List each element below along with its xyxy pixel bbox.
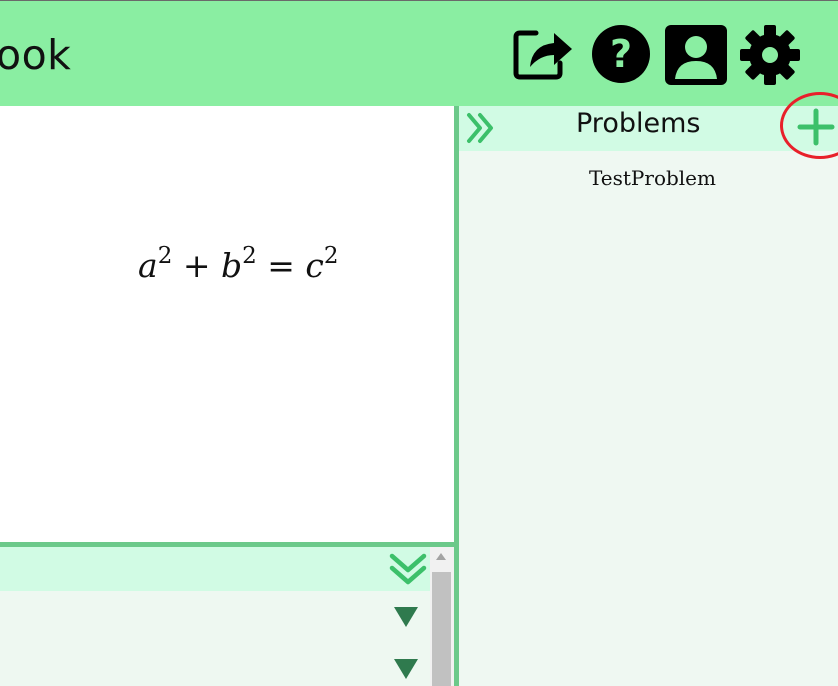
math-display-pane[interactable] xyxy=(0,106,454,542)
svg-text:?: ? xyxy=(610,32,632,76)
bottom-panel-header xyxy=(0,547,430,591)
help-icon[interactable]: ? xyxy=(592,25,650,83)
collapse-down-icon[interactable] xyxy=(388,552,428,592)
scroll-up-arrow-icon[interactable] xyxy=(436,553,446,560)
problems-panel-title: Problems xyxy=(576,108,701,139)
profile-icon[interactable] xyxy=(665,25,727,85)
problems-list xyxy=(459,151,838,686)
collapse-right-icon[interactable] xyxy=(466,112,496,148)
app-header: ook ? xyxy=(0,0,838,106)
expand-row-icon[interactable] xyxy=(393,658,419,684)
bottom-panel-body xyxy=(0,591,430,686)
settings-icon[interactable] xyxy=(740,25,800,85)
share-icon[interactable] xyxy=(512,25,574,81)
problem-list-item[interactable]: TestProblem xyxy=(589,166,716,190)
math-expression: a2 + b2 = c2 xyxy=(138,243,339,285)
expand-row-icon[interactable] xyxy=(393,606,419,632)
scrollbar-thumb[interactable] xyxy=(432,572,451,686)
app-title: ook xyxy=(0,31,72,79)
